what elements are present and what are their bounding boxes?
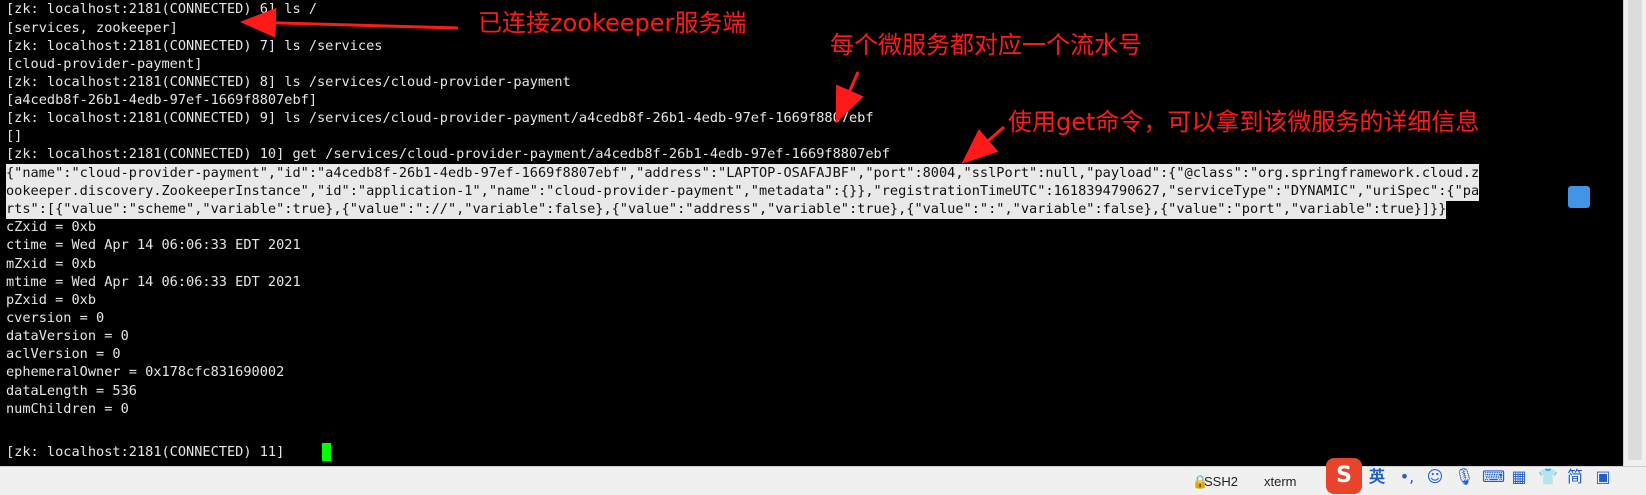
annotation-connected: 已连接zookeeper服务端 [478, 9, 747, 37]
terminal-line: mtime = Wed Apr 14 06:06:33 EDT 2021 [6, 274, 301, 290]
selected-output-line: rts":[{"value":"scheme","variable":true}… [6, 200, 1447, 219]
terminal-line: [cloud-provider-payment] [6, 56, 203, 72]
terminal-line: [zk: localhost:2181(CONNECTED) 10] get /… [6, 146, 890, 162]
simplified-chinese-icon[interactable]: 简 [1566, 468, 1584, 486]
terminal-window: [zk: localhost:2181(CONNECTED) 6] ls / [… [0, 0, 1646, 495]
ime-language-toggle[interactable]: 英 [1368, 468, 1386, 486]
arrow-get-info [961, 125, 1005, 164]
keyboard-icon[interactable]: ⌨ [1482, 468, 1505, 486]
punctuation-icon[interactable]: •, [1398, 468, 1416, 486]
terminal-line: [zk: localhost:2181(CONNECTED) 6] ls / [6, 1, 317, 17]
terminal-cursor [322, 443, 331, 461]
sogou-logo-icon[interactable]: S [1326, 458, 1362, 494]
selected-output-line: ookeeper.discovery.ZookeeperInstance","i… [6, 182, 1480, 201]
selected-output-line: {"name":"cloud-provider-payment","id":"a… [6, 164, 1480, 183]
scrollbar-thumb[interactable] [1628, 0, 1642, 460]
floating-tool-icon[interactable] [1568, 186, 1590, 208]
annotation-arrows [240, 7, 1005, 164]
terminal-line: [zk: localhost:2181(CONNECTED) 7] ls /se… [6, 38, 383, 54]
arrow-connected [240, 7, 459, 38]
terminal-line: ephemeralOwner = 0x178cfc831690002 [6, 364, 285, 380]
terminal-line: [a4cedb8f-26b1-4edb-97ef-1669f8807ebf] [6, 92, 317, 108]
terminal-line: mZxid = 0xb [6, 256, 97, 272]
terminal-line: aclVersion = 0 [6, 346, 121, 362]
terminal-line: cversion = 0 [6, 310, 105, 326]
microphone-icon[interactable]: 🎙 [1454, 468, 1474, 486]
terminal-line: dataVersion = 0 [6, 328, 129, 344]
terminal-line: [zk: localhost:2181(CONNECTED) 8] ls /se… [6, 74, 571, 90]
ime-toolbar[interactable]: S 英 •, ☺ 🎙 ⌨ ▦ 👕 简 ▣ [1326, 458, 1646, 494]
prompt-line: [zk: localhost:2181(CONNECTED) 11] [6, 444, 293, 460]
terminal-line: pZxid = 0xb [6, 292, 97, 308]
terminal-line: [zk: localhost:2181(CONNECTED) 9] ls /se… [6, 110, 874, 126]
terminal-line: dataLength = 536 [6, 383, 137, 399]
emoji-icon[interactable]: ☺ [1426, 468, 1444, 486]
terminal-line: cZxid = 0xb [6, 219, 97, 235]
terminal-line: ctime = Wed Apr 14 06:06:33 EDT 2021 [6, 237, 301, 253]
annotation-get-info: 使用get命令，可以拿到该微服务的详细信息 [1008, 108, 1480, 136]
vertical-scrollbar[interactable] [1623, 0, 1646, 466]
skin-icon[interactable]: 👕 [1538, 468, 1558, 486]
terminal-line: [] [6, 128, 23, 144]
apps-grid-icon[interactable]: ▣ [1594, 468, 1612, 486]
terminal-line: [services, zookeeper] [6, 20, 178, 36]
terminal-type: xterm [1264, 474, 1297, 489]
ssh-status: SSH2 [1204, 474, 1238, 489]
terminal-output[interactable]: [zk: localhost:2181(CONNECTED) 6] ls / [… [0, 0, 1624, 466]
terminal-line: numChildren = 0 [6, 401, 129, 417]
annotation-serial: 每个微服务都对应一个流水号 [830, 31, 1142, 59]
toolbox-icon[interactable]: ▦ [1510, 468, 1528, 486]
